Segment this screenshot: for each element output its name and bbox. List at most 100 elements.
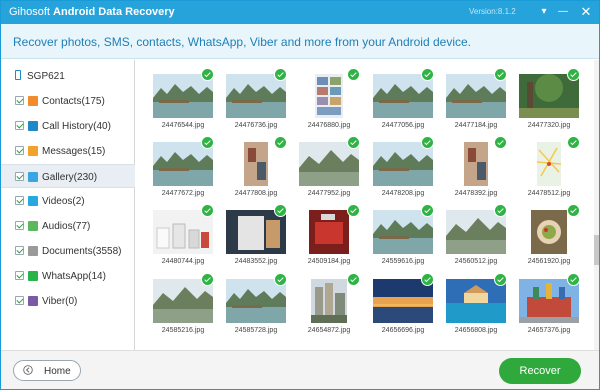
check-icon[interactable] xyxy=(567,68,580,81)
scrollbar-thumb[interactable] xyxy=(594,235,599,265)
check-icon[interactable] xyxy=(347,273,360,286)
photo-image[interactable] xyxy=(446,210,506,254)
device-item[interactable]: SGP621 xyxy=(15,70,65,82)
photo-image[interactable] xyxy=(446,279,506,323)
check-icon[interactable] xyxy=(421,204,434,217)
check-icon[interactable] xyxy=(274,136,287,149)
check-icon[interactable] xyxy=(567,273,580,286)
sidebar-item-label: Viber(0) xyxy=(42,296,78,307)
check-icon[interactable] xyxy=(201,204,214,217)
photo-image[interactable] xyxy=(373,210,433,254)
category-checkbox[interactable] xyxy=(15,96,24,105)
check-icon[interactable] xyxy=(274,273,287,286)
category-checkbox[interactable] xyxy=(15,271,24,280)
photo-image[interactable] xyxy=(519,74,579,118)
sidebar-item-label: WhatsApp(14) xyxy=(42,271,106,282)
home-button[interactable]: Home xyxy=(13,360,81,381)
app-window: Gihosoft Android Data Recovery Version:8… xyxy=(0,0,600,390)
photo-image[interactable] xyxy=(153,279,213,323)
tagline-banner: Recover photos, SMS, contacts, WhatsApp,… xyxy=(1,24,599,59)
photo-filename: 24476736.jpg xyxy=(234,122,278,129)
photo-filename: 24476880.jpg xyxy=(307,122,351,129)
check-icon[interactable] xyxy=(274,204,287,217)
category-checkbox[interactable] xyxy=(15,196,24,205)
sidebar-item-call-history[interactable]: Call History(40) xyxy=(1,114,135,138)
photo-filename: 24656808.jpg xyxy=(454,327,498,334)
footer-bar: Home Recover xyxy=(1,350,599,389)
whatsapp-icon xyxy=(28,271,38,281)
check-icon[interactable] xyxy=(494,204,507,217)
sidebar-item-messages[interactable]: Messages(15) xyxy=(1,139,135,163)
photo-image[interactable] xyxy=(519,279,579,323)
brand-name: Gihosoft xyxy=(9,6,50,18)
photo-grid: 24476544.jpg 24476736.jpg 24476880.jpg 2447… xyxy=(135,60,599,350)
sidebar-item-label: Documents(3558) xyxy=(42,246,122,257)
gallery-icon xyxy=(28,172,38,182)
photo-image[interactable] xyxy=(373,279,433,323)
sidebar-item-videos[interactable]: Videos(2) xyxy=(1,189,135,213)
photo-image[interactable] xyxy=(299,142,359,186)
close-icon[interactable]: ✕ xyxy=(573,1,599,24)
photo-image[interactable] xyxy=(226,142,286,186)
check-icon[interactable] xyxy=(274,68,287,81)
photo-filename: 24477184.jpg xyxy=(454,122,498,129)
category-checkbox[interactable] xyxy=(15,172,24,181)
title-bar: Gihosoft Android Data Recovery Version:8… xyxy=(1,1,599,24)
check-icon[interactable] xyxy=(201,136,214,149)
device-name: SGP621 xyxy=(27,71,65,82)
sidebar-item-label: Contacts(175) xyxy=(42,96,105,107)
check-icon[interactable] xyxy=(347,136,360,149)
check-icon[interactable] xyxy=(201,273,214,286)
check-icon[interactable] xyxy=(201,68,214,81)
documents-icon xyxy=(28,246,38,256)
photo-image[interactable] xyxy=(446,74,506,118)
check-icon[interactable] xyxy=(567,136,580,149)
check-icon[interactable] xyxy=(567,204,580,217)
photo-image[interactable] xyxy=(153,210,213,254)
phone-icon xyxy=(15,70,21,80)
photo-image[interactable] xyxy=(153,74,213,118)
check-icon[interactable] xyxy=(421,273,434,286)
photo-image[interactable] xyxy=(226,279,286,323)
category-checkbox[interactable] xyxy=(15,146,24,155)
sidebar-item-contacts[interactable]: Contacts(175) xyxy=(1,89,135,113)
category-checkbox[interactable] xyxy=(15,246,24,255)
photo-image[interactable] xyxy=(153,142,213,186)
photo-filename: 24483552.jpg xyxy=(234,258,278,265)
check-icon[interactable] xyxy=(421,136,434,149)
category-checkbox[interactable] xyxy=(15,221,24,230)
check-icon[interactable] xyxy=(494,68,507,81)
recover-button[interactable]: Recover xyxy=(499,358,581,384)
messages-icon xyxy=(28,146,38,156)
category-checkbox[interactable] xyxy=(15,121,24,130)
sidebar-item-whatsapp[interactable]: WhatsApp(14) xyxy=(1,264,135,288)
scrollbar[interactable] xyxy=(594,60,599,350)
tagline-text: Recover photos, SMS, contacts, WhatsApp,… xyxy=(13,35,471,49)
photo-image[interactable] xyxy=(373,142,433,186)
app-name: Android Data Recovery xyxy=(53,6,175,18)
photo-image[interactable] xyxy=(373,74,433,118)
photo-image[interactable] xyxy=(299,210,359,254)
check-icon[interactable] xyxy=(421,68,434,81)
call-history-icon xyxy=(28,121,38,131)
photo-image[interactable] xyxy=(299,279,359,323)
check-icon[interactable] xyxy=(347,204,360,217)
category-checkbox[interactable] xyxy=(15,296,24,305)
photo-filename: 24477320.jpg xyxy=(527,122,571,129)
sidebar-item-gallery[interactable]: Gallery(230) xyxy=(1,164,135,188)
sidebar-item-viber[interactable]: Viber(0) xyxy=(1,289,135,313)
photo-filename: 24478208.jpg xyxy=(381,190,425,197)
photo-image[interactable] xyxy=(446,142,506,186)
photo-filename: 24478392.jpg xyxy=(454,190,498,197)
photo-image[interactable] xyxy=(519,142,579,186)
photo-image[interactable] xyxy=(519,210,579,254)
photo-filename: 24585728.jpg xyxy=(234,327,278,334)
check-icon[interactable] xyxy=(347,68,360,81)
sidebar-item-documents[interactable]: Documents(3558) xyxy=(1,239,135,263)
photo-image[interactable] xyxy=(226,74,286,118)
photo-image[interactable] xyxy=(299,74,359,118)
check-icon[interactable] xyxy=(494,136,507,149)
photo-image[interactable] xyxy=(226,210,286,254)
sidebar-item-audios[interactable]: Audios(77) xyxy=(1,214,135,238)
check-icon[interactable] xyxy=(494,273,507,286)
